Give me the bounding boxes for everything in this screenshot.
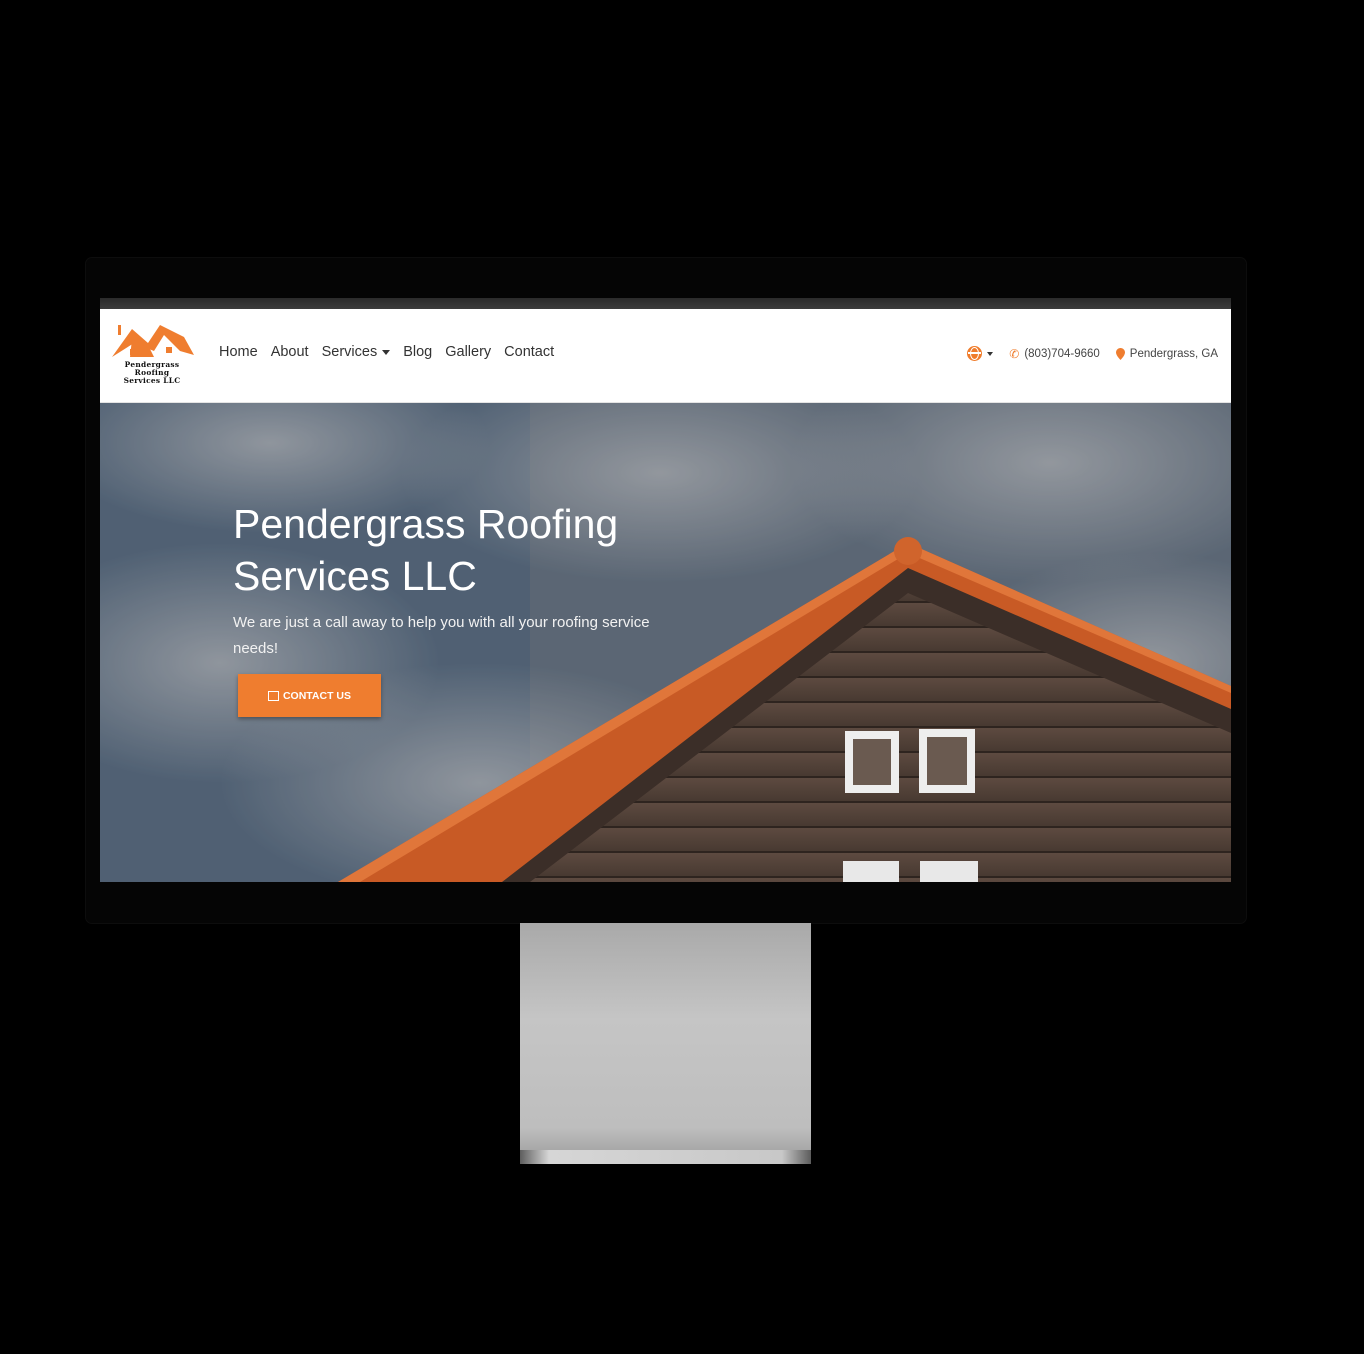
- logo-text: Pendergrass Roofing Services LLC: [106, 361, 198, 385]
- chevron-down-icon: [987, 351, 994, 356]
- globe-icon: [967, 346, 983, 361]
- location-link[interactable]: Pendergrass, GA: [1115, 347, 1218, 360]
- phone-number: (803)704-9660: [1024, 347, 1100, 360]
- chevron-down-icon: [382, 349, 391, 355]
- logo-line-3: Services LLC: [123, 376, 181, 385]
- site-logo[interactable]: Pendergrass Roofing Services LLC: [106, 321, 198, 391]
- monitor-stand-foot: [520, 1150, 811, 1164]
- language-selector[interactable]: [967, 346, 994, 361]
- nav-blog[interactable]: Blog: [403, 344, 432, 360]
- header-contact-info: ✆ (803)704-9660 Pendergrass, GA: [967, 346, 1218, 361]
- map-pin-icon: [1115, 347, 1125, 360]
- nav-home[interactable]: Home: [219, 344, 258, 360]
- hero-title: Pendergrass Roofing Services LLC: [233, 501, 619, 600]
- location-text: Pendergrass, GA: [1129, 347, 1218, 360]
- hero-subtitle: We are just a call away to help you with…: [233, 614, 650, 657]
- main-nav: Home About Services Blog Gallery Contact: [219, 344, 554, 360]
- site-header: Pendergrass Roofing Services LLC Home Ab…: [100, 309, 1231, 403]
- nav-contact[interactable]: Contact: [504, 344, 554, 360]
- nav-services-label: Services: [321, 344, 378, 360]
- phone-link[interactable]: ✆ (803)704-9660: [1009, 347, 1100, 361]
- contact-us-label: CONTACT US: [282, 689, 352, 702]
- logo-roof-icon: [112, 325, 194, 357]
- nav-services[interactable]: Services: [322, 344, 391, 360]
- browser-top-bar: [100, 298, 1231, 309]
- browser-screen: Pendergrass Roofing Services LLC Home Ab…: [100, 298, 1231, 882]
- contact-us-button[interactable]: CONTACT US: [238, 674, 381, 717]
- nav-about[interactable]: About: [271, 344, 309, 360]
- monitor-stand: [520, 923, 811, 1164]
- nav-gallery[interactable]: Gallery: [445, 344, 491, 360]
- phone-icon: ✆: [1009, 346, 1020, 361]
- envelope-icon: [267, 690, 279, 701]
- hero-section: Pendergrass Roofing Services LLC We are …: [100, 403, 1231, 882]
